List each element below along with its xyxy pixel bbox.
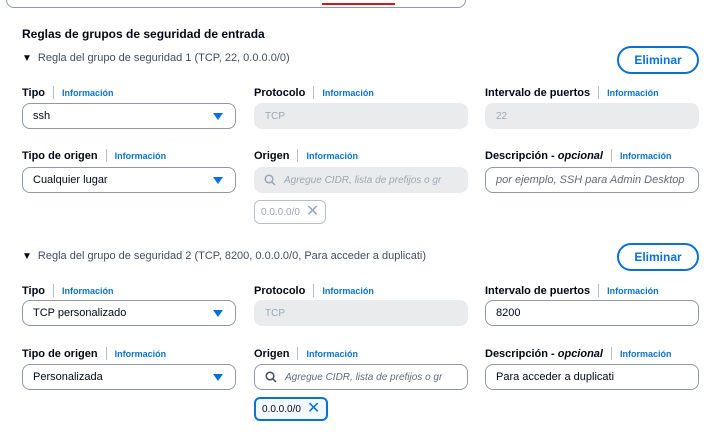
info-link[interactable]: Información (322, 286, 374, 296)
label-text: Intervalo de puertos (485, 284, 591, 297)
token-label: 0.0.0.0/0 (262, 403, 301, 415)
token-label: 0.0.0.0/0 (261, 206, 300, 218)
optional-text: opcional (557, 149, 603, 162)
info-link[interactable]: Información (607, 88, 659, 98)
info-link[interactable]: Información (62, 286, 114, 296)
error-underline (322, 3, 395, 5)
previous-field-bottom (6, 0, 466, 8)
rule-2-port-input[interactable]: 8200 (485, 300, 699, 326)
rule-1-delete-button[interactable]: Eliminar (617, 46, 699, 74)
rule-1-source-type-select[interactable]: Cualquier lugar (22, 167, 236, 193)
label-text: Tipo de origen (22, 149, 98, 162)
rule-1-source-type-label: Tipo de origen Información (22, 149, 166, 162)
search-icon (265, 371, 277, 383)
rule-2-type-select[interactable]: TCP personalizado (22, 300, 236, 326)
label-text: Tipo (22, 284, 46, 297)
rule-2-source-type-select[interactable]: Personalizada (22, 364, 236, 390)
label-text: Tipo de origen (22, 347, 98, 360)
dropdown-arrow-icon (213, 374, 223, 381)
separator (610, 347, 612, 360)
dropdown-arrow-icon (213, 177, 223, 184)
separator (598, 86, 600, 99)
select-value: ssh (33, 110, 51, 122)
separator (598, 284, 600, 297)
info-link[interactable]: Información (620, 151, 672, 161)
rule-1-port-label: Intervalo de puertos Información (485, 86, 659, 99)
select-value: Cualquier lugar (33, 174, 108, 186)
select-value: TCP personalizado (33, 307, 127, 319)
info-link[interactable]: Información (322, 88, 374, 98)
dropdown-arrow-icon (213, 310, 223, 317)
rule-2-header-text: Regla del grupo de seguridad 2 (TCP, 820… (37, 250, 427, 262)
rule-1-desc-label: Descripción - opcional Información (485, 149, 672, 162)
separator (297, 149, 299, 162)
label-text: Descripción (485, 347, 548, 360)
info-link[interactable]: Información (306, 349, 358, 359)
info-link[interactable]: Información (62, 88, 114, 98)
dropdown-arrow-icon (213, 113, 223, 120)
label-text: Intervalo de puertos (485, 86, 591, 99)
rule-2-desc-label: Descripción - opcional Información (485, 347, 672, 360)
search-icon (264, 174, 276, 186)
separator (610, 149, 612, 162)
label-text: Protocolo (254, 86, 306, 99)
info-link[interactable]: Información (607, 286, 659, 296)
rule-1-source-token: 0.0.0.0/0 ✕ (254, 200, 327, 224)
separator (313, 284, 315, 297)
select-value: Personalizada (33, 371, 103, 383)
rule-1-protocol-field: TCP (254, 103, 468, 129)
rule-1-protocol-label: Protocolo Información (254, 86, 374, 99)
rule-2-source-search[interactable]: Agregue CIDR, lista de prefijos o gr (254, 364, 468, 390)
caret-down-icon[interactable]: ▼ (22, 53, 32, 64)
info-link[interactable]: Información (620, 349, 672, 359)
rule-1-port-field: 22 (485, 103, 699, 129)
label-text: Origen (254, 149, 290, 162)
label-text: Tipo (22, 86, 46, 99)
separator (297, 347, 299, 360)
info-link[interactable]: Información (115, 349, 167, 359)
rule-2-delete-button[interactable]: Eliminar (617, 243, 699, 271)
rule-1-header[interactable]: ▼ Regla del grupo de seguridad 1 (TCP, 2… (22, 52, 290, 64)
separator (53, 284, 55, 297)
rule-2-port-label: Intervalo de puertos Información (485, 284, 659, 297)
section-title: Reglas de grupos de seguridad de entrada (22, 27, 265, 41)
rule-2-protocol-field: TCP (254, 300, 468, 326)
rule-2-type-label: Tipo Información (22, 284, 114, 297)
label-text: Origen (254, 347, 290, 360)
separator (105, 149, 107, 162)
close-icon[interactable]: ✕ (307, 401, 320, 417)
rule-2-desc-input[interactable]: Para acceder a duplicati (485, 364, 699, 390)
rule-2-source-label: Origen Información (254, 347, 358, 360)
search-placeholder: Agregue CIDR, lista de prefijos o gr (285, 371, 443, 383)
separator (53, 86, 55, 99)
label-text: Descripción (485, 149, 548, 162)
rule-1-source-label: Origen Información (254, 149, 358, 162)
rule-2-source-token[interactable]: 0.0.0.0/0 ✕ (254, 397, 329, 421)
rule-1-desc-input[interactable]: por ejemplo, SSH para Admin Desktop (485, 167, 699, 193)
separator (313, 86, 315, 99)
rule-2-header[interactable]: ▼ Regla del grupo de seguridad 2 (TCP, 8… (22, 250, 426, 262)
caret-down-icon[interactable]: ▼ (22, 251, 32, 262)
info-link[interactable]: Información (115, 151, 167, 161)
info-link[interactable]: Información (306, 151, 358, 161)
rule-1-header-text: Regla del grupo de seguridad 1 (TCP, 22,… (37, 52, 290, 64)
optional-text: opcional (557, 347, 603, 360)
rule-2-protocol-label: Protocolo Información (254, 284, 374, 297)
rule-1-type-select[interactable]: ssh (22, 103, 236, 129)
search-placeholder: Agregue CIDR, lista de prefijos o gr (284, 174, 442, 186)
rule-1-type-label: Tipo Información (22, 86, 114, 99)
label-text: Protocolo (254, 284, 306, 297)
rule-1-source-search: Agregue CIDR, lista de prefijos o gr (254, 167, 468, 193)
rule-2-source-type-label: Tipo de origen Información (22, 347, 166, 360)
separator (105, 347, 107, 360)
close-icon: ✕ (305, 203, 320, 220)
